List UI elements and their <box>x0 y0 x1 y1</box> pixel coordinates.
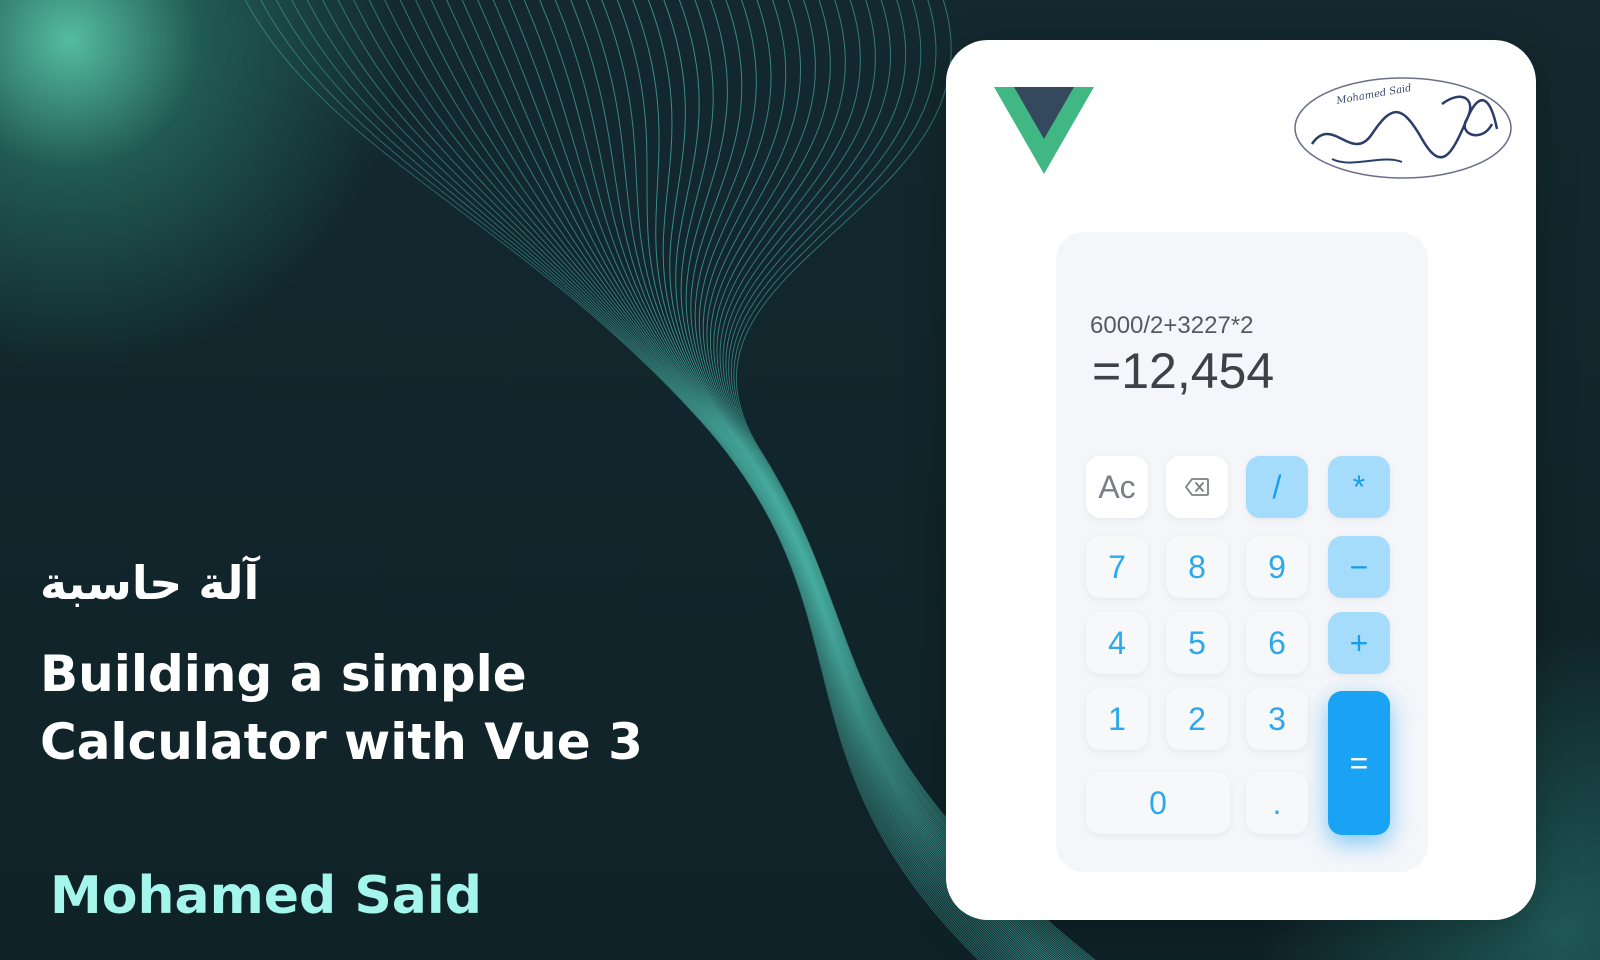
arabic-title: آلة حاسبة <box>40 556 260 610</box>
headline-line-2: Calculator with Vue 3 <box>40 713 643 771</box>
multiply-button[interactable]: * <box>1328 456 1390 518</box>
minus-button[interactable]: − <box>1328 536 1390 598</box>
digit-3-button[interactable]: 3 <box>1246 688 1308 750</box>
wave-line <box>322 0 993 960</box>
calculator: 6000/2+3227*2 =12,454 Ac / * 7 8 9 − 4 5… <box>1056 232 1428 872</box>
backspace-icon <box>1185 478 1209 496</box>
decimal-button[interactable]: . <box>1246 772 1308 834</box>
digit-5-button[interactable]: 5 <box>1166 612 1228 674</box>
headline-line-1: Building a simple <box>40 645 527 703</box>
signature-stamp: Mohamed Said <box>1294 77 1512 179</box>
digit-4-button[interactable]: 4 <box>1086 612 1148 674</box>
signature-text: Mohamed Said <box>1335 83 1413 107</box>
result-display: =12,454 <box>1092 343 1275 399</box>
expression-display: 6000/2+3227*2 <box>1090 312 1254 339</box>
digit-2-button[interactable]: 2 <box>1166 688 1228 750</box>
vue-logo <box>994 87 1094 174</box>
digit-0-button[interactable]: 0 <box>1086 772 1230 834</box>
digit-8-button[interactable]: 8 <box>1166 536 1228 598</box>
headline: Building a simple Calculator with Vue 3 <box>40 640 680 776</box>
digit-7-button[interactable]: 7 <box>1086 536 1148 598</box>
backspace-button[interactable] <box>1166 456 1228 518</box>
divide-button[interactable]: / <box>1246 456 1308 518</box>
digit-9-button[interactable]: 9 <box>1246 536 1308 598</box>
digit-1-button[interactable]: 1 <box>1086 688 1148 750</box>
plus-button[interactable]: + <box>1328 612 1390 674</box>
clear-button[interactable]: Ac <box>1086 456 1148 518</box>
digit-6-button[interactable]: 6 <box>1246 612 1308 674</box>
author-name: Mohamed Said <box>50 866 482 926</box>
equals-button[interactable]: = <box>1328 691 1390 835</box>
wave-line <box>399 0 1006 960</box>
calculator-card: Mohamed Said 6000/2+3227*2 =12,454 Ac / … <box>946 40 1536 920</box>
